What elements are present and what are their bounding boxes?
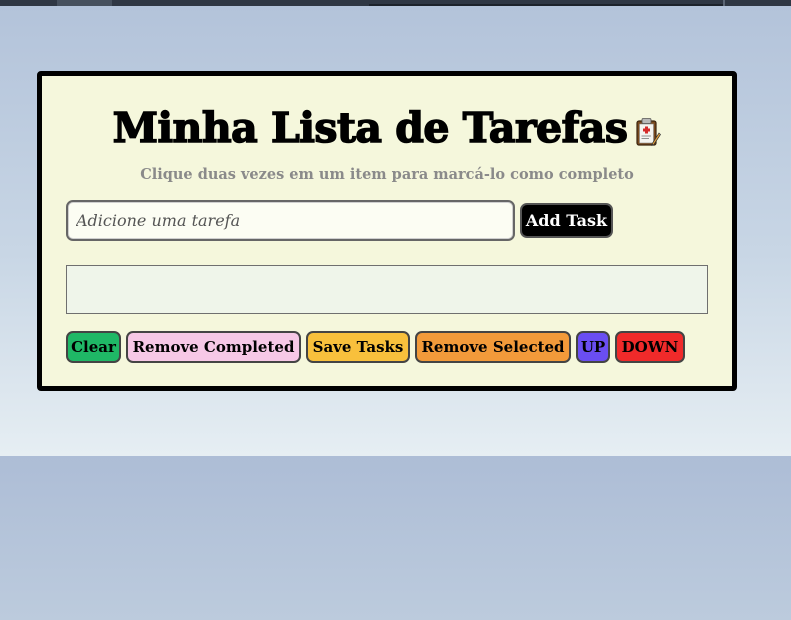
remove-selected-button[interactable]: Remove Selected <box>415 331 571 363</box>
page-title: Minha Lista de Tarefas <box>112 103 629 153</box>
task-input[interactable] <box>66 200 515 241</box>
move-up-button[interactable]: UP <box>576 331 610 363</box>
task-list[interactable] <box>66 265 708 314</box>
save-tasks-button[interactable]: Save Tasks <box>306 331 410 363</box>
clipboard-icon <box>635 117 662 147</box>
remove-completed-button[interactable]: Remove Completed <box>126 331 301 363</box>
todo-card: Minha Lista de Tarefas Clique duas vezes… <box>37 71 737 391</box>
move-down-button[interactable]: DOWN <box>615 331 685 363</box>
instruction-subtitle: Clique duas vezes em um item para marcá-… <box>140 166 634 183</box>
title-row: Minha Lista de Tarefas <box>42 103 732 153</box>
add-task-button[interactable]: Add Task <box>520 203 613 238</box>
clear-button[interactable]: Clear <box>66 331 121 363</box>
page-lower-background <box>0 456 791 620</box>
